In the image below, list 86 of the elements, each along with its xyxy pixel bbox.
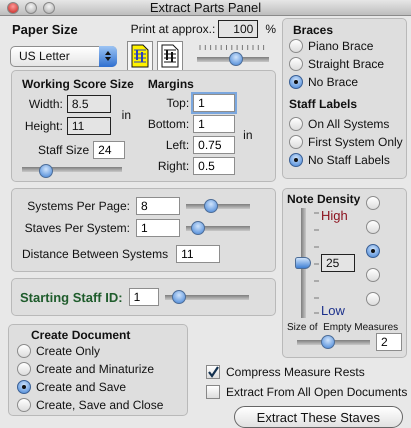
slider-thumb[interactable] [295,257,311,269]
radio-circle[interactable] [17,398,31,412]
unit-label: in [242,128,253,142]
radio-button[interactable]: Piano Brace [289,37,400,55]
value-display: 8.5 [66,95,111,113]
staff-labels-title: Staff Labels [289,97,358,111]
unit-label: in [120,108,132,122]
empty-measures-field[interactable]: 2 [376,333,402,351]
print-scale-value: 100 [218,20,258,38]
radio-circle[interactable] [17,344,31,358]
braces-title: Braces [292,23,334,37]
radio-button[interactable] [366,196,380,210]
radio-circle[interactable] [289,153,303,167]
radio-button[interactable]: First System Only [289,133,400,151]
radio-button[interactable]: On All Systems [289,115,400,133]
slider-thumb[interactable] [39,164,54,178]
zoom-icon[interactable] [43,2,55,14]
starting-staff-id-label: Starting Staff ID: [20,290,123,304]
input-field[interactable]: 8 [136,197,180,215]
note-density-title: Note Density [287,192,360,206]
radio-circle[interactable] [289,39,303,53]
radio-button[interactable]: Create, Save and Close [17,396,179,414]
print-scale-label: Print at approx.: [130,22,216,36]
radio-button[interactable]: Straight Brace [289,55,400,73]
percent-unit: % [265,22,276,36]
radio-button[interactable] [366,292,380,306]
slider-thumb[interactable] [191,221,205,235]
field-label: Systems Per Page: [26,199,130,213]
radio-button[interactable] [366,244,380,258]
score-page-icon [161,44,179,68]
check-icon [207,366,219,378]
radio-button[interactable]: No Staff Labels [289,151,400,169]
margin-label: Right: [156,159,190,173]
radio-button[interactable] [366,268,380,282]
margin-label: Top: [165,96,190,110]
margin-label: Bottom: [148,117,190,131]
margin-field[interactable]: 0.75 [193,136,236,154]
staff-size-label: Staff Size [38,143,90,157]
page-view-button[interactable] [157,41,183,71]
slider-ticks [197,45,267,51]
close-icon[interactable] [7,2,19,14]
score-page-icon [131,44,149,68]
radio-circle[interactable] [289,57,303,71]
minimize-icon[interactable] [25,2,37,14]
radio-button[interactable]: Create and Minaturize [17,360,179,378]
checkbox[interactable]: Extract From All Open Documents [206,382,407,402]
margins-title: Margins [148,77,195,91]
create-document-title: Create Document [30,328,130,342]
staff-size-field[interactable]: 24 [93,141,126,159]
radio-button[interactable]: No Brace [289,73,400,91]
margin-label: Left: [164,138,190,152]
radio-circle[interactable] [289,117,303,131]
margin-field[interactable]: 0.5 [193,157,236,175]
low-label: Low [321,303,346,318]
paper-size-popup[interactable]: US Letter [10,46,117,66]
field-label: Distance Between Systems [22,247,168,261]
radio-circle[interactable] [289,75,303,89]
stepper-arrows-icon [104,50,112,62]
starting-staff-id-field[interactable]: 1 [128,288,159,306]
radio-circle[interactable] [17,362,31,376]
margin-field[interactable]: 1 [193,94,236,112]
radio-button[interactable] [366,220,380,234]
page-view-button[interactable] [127,41,153,71]
high-label: High [321,208,349,223]
input-field[interactable]: 1 [136,219,180,237]
slider-thumb[interactable] [228,52,243,66]
window-title: Extract Parts Panel [150,0,262,15]
radio-circle[interactable] [289,135,303,149]
slider-thumb[interactable] [172,290,186,304]
checkbox[interactable]: Compress Measure Rests [206,362,407,382]
radio-button[interactable]: Create and Save [17,378,179,396]
margin-field[interactable]: 1 [193,115,236,133]
empty-measures-label: Size of Empty Measures [287,322,398,333]
radio-circle[interactable] [17,380,31,394]
radio-button[interactable]: Create Only [17,342,179,360]
working-score-size-title: Working Score Size [22,77,134,91]
note-density-value: 25 [321,254,355,272]
field-label: Height: [24,119,63,133]
field-label: Staves Per System: [24,221,130,235]
value-display: 11 [66,117,111,135]
slider-thumb[interactable] [320,335,335,349]
field-label: Width: [28,97,63,111]
paper-size-label: Paper Size [12,22,78,36]
slider-thumb[interactable] [204,199,218,213]
input-field[interactable]: 11 [176,245,220,263]
extract-button[interactable]: Extract These Staves [234,406,403,428]
